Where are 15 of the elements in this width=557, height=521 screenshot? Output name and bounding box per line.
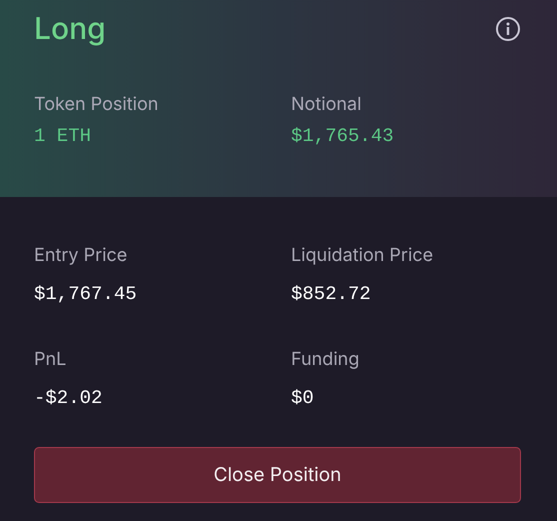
detail-label: Entry Price [34,244,128,268]
close-position-button[interactable]: Close Position [34,447,521,503]
stat-label: Token Position [34,93,158,117]
detail-value: $1,767.45 [34,282,137,307]
info-icon[interactable] [495,16,521,42]
position-title: Long [34,10,106,48]
stat-label: Notional [291,93,362,117]
detail-label: PnL [34,348,66,372]
detail-value: -$2.02 [34,386,102,411]
detail-value: $852.72 [291,282,371,307]
detail-label: Funding [291,348,360,372]
detail-value: $0 [291,386,314,411]
stat-value: 1 ETH [34,124,92,149]
stat-value: $1,765.43 [291,124,394,149]
detail-label: Liquidation Price [291,244,434,268]
